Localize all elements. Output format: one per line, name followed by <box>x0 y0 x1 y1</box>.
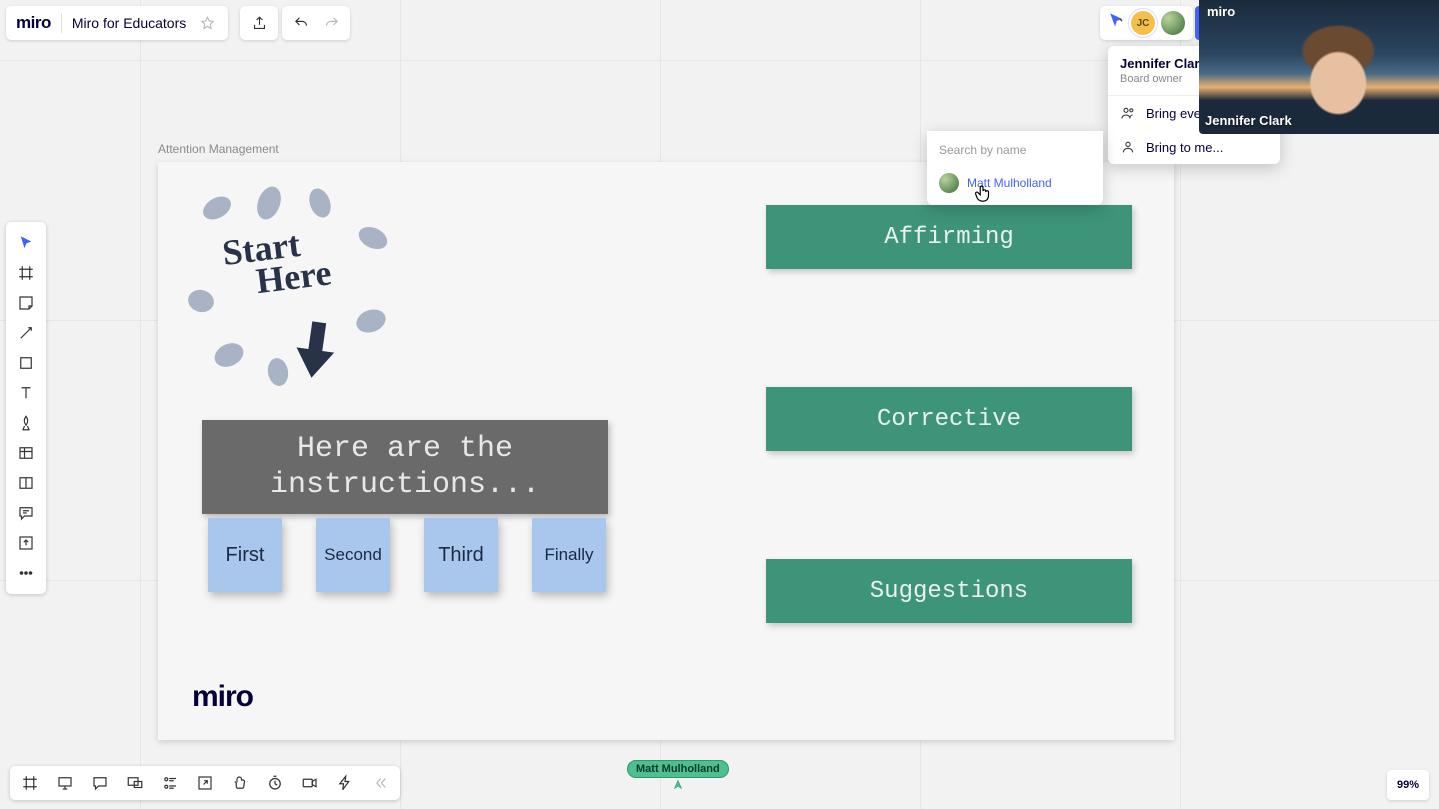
pointer-dropdown-icon[interactable] <box>1108 12 1125 34</box>
tool-pen[interactable] <box>12 409 40 437</box>
webcam-brand: miro <box>1207 4 1235 19</box>
avatar-icon <box>939 173 959 193</box>
instructions-box[interactable]: Here are the instructions... <box>202 420 608 514</box>
tool-table[interactable] <box>12 439 40 467</box>
zoom-level: 99% <box>1397 779 1419 791</box>
search-result[interactable]: Matt Mulholland <box>927 167 1103 199</box>
bottom-video-icon[interactable] <box>298 771 322 795</box>
card-affirming[interactable]: Affirming <box>766 205 1132 269</box>
start-here-graphic[interactable]: Start Here <box>180 180 390 390</box>
sticky-note[interactable]: Finally <box>532 518 606 592</box>
bottom-chat-icon[interactable] <box>88 771 112 795</box>
tool-text[interactable] <box>12 379 40 407</box>
bottom-timer-icon[interactable] <box>263 771 287 795</box>
tool-line[interactable] <box>12 319 40 347</box>
tool-sticky[interactable] <box>12 289 40 317</box>
frame[interactable]: Start Here Here are the instructions... … <box>158 162 1174 740</box>
search-popover: Matt Mulholland <box>927 131 1103 205</box>
start-here-text: Start Here <box>221 219 378 302</box>
tool-upload[interactable] <box>12 529 40 557</box>
bottom-frame-icon[interactable] <box>18 771 42 795</box>
tool-more[interactable] <box>12 559 40 587</box>
remote-cursor-name: Matt Mulholland <box>627 760 729 778</box>
star-icon[interactable] <box>196 12 218 34</box>
frame-miro-logo: miro <box>192 680 253 714</box>
hand-cursor-icon <box>972 182 994 209</box>
board-name[interactable]: Miro for Educators <box>72 15 186 31</box>
webcam-overlay[interactable]: miro Jennifer Clark <box>1199 0 1439 134</box>
arrow-down-icon <box>288 317 343 388</box>
instructions-text: Here are the instructions... <box>202 431 608 503</box>
export-group <box>240 6 278 40</box>
undo-icon[interactable] <box>290 12 312 34</box>
menu-label: Bring to me... <box>1146 140 1223 155</box>
export-icon[interactable] <box>248 12 270 34</box>
bottom-open-icon[interactable] <box>193 771 217 795</box>
search-input[interactable] <box>927 131 1103 167</box>
miro-logo[interactable] <box>16 13 51 33</box>
redo-icon[interactable] <box>320 12 342 34</box>
bottom-present-icon[interactable] <box>53 771 77 795</box>
bottom-activities-icon[interactable] <box>158 771 182 795</box>
presence-bar: JC <box>1100 6 1193 40</box>
left-toolbar <box>6 222 46 594</box>
undo-redo-group <box>282 6 350 40</box>
avatar-collaborator[interactable] <box>1161 11 1185 35</box>
sticky-note[interactable]: First <box>208 518 282 592</box>
bottom-toolbar <box>10 766 400 800</box>
webcam-name: Jennifer Clark <box>1205 113 1292 128</box>
sticky-note[interactable]: Third <box>424 518 498 592</box>
tool-shape[interactable] <box>12 349 40 377</box>
zoom-indicator[interactable]: 99% <box>1387 770 1429 800</box>
card-corrective[interactable]: Corrective <box>766 387 1132 451</box>
divider <box>61 13 62 33</box>
sticky-row: First Second Third Finally <box>208 518 606 592</box>
bottom-bolt-icon[interactable] <box>333 771 357 795</box>
bottom-screenshare-icon[interactable] <box>123 771 147 795</box>
bottom-collapse-icon[interactable] <box>368 771 392 795</box>
card-suggestions[interactable]: Suggestions <box>766 559 1132 623</box>
menu-bring-to-me[interactable]: Bring to me... <box>1108 130 1280 164</box>
avatar-self[interactable]: JC <box>1131 11 1155 35</box>
frame-title[interactable]: Attention Management <box>158 142 279 156</box>
remote-cursor: Matt Mulholland <box>627 760 729 797</box>
bottom-vote-icon[interactable] <box>228 771 252 795</box>
remote-cursor-icon <box>671 778 685 797</box>
sticky-note[interactable]: Second <box>316 518 390 592</box>
tool-select[interactable] <box>12 229 40 257</box>
tool-comment[interactable] <box>12 499 40 527</box>
topbar-left: Miro for Educators <box>6 6 228 40</box>
tool-frame[interactable] <box>12 259 40 287</box>
tool-card[interactable] <box>12 469 40 497</box>
